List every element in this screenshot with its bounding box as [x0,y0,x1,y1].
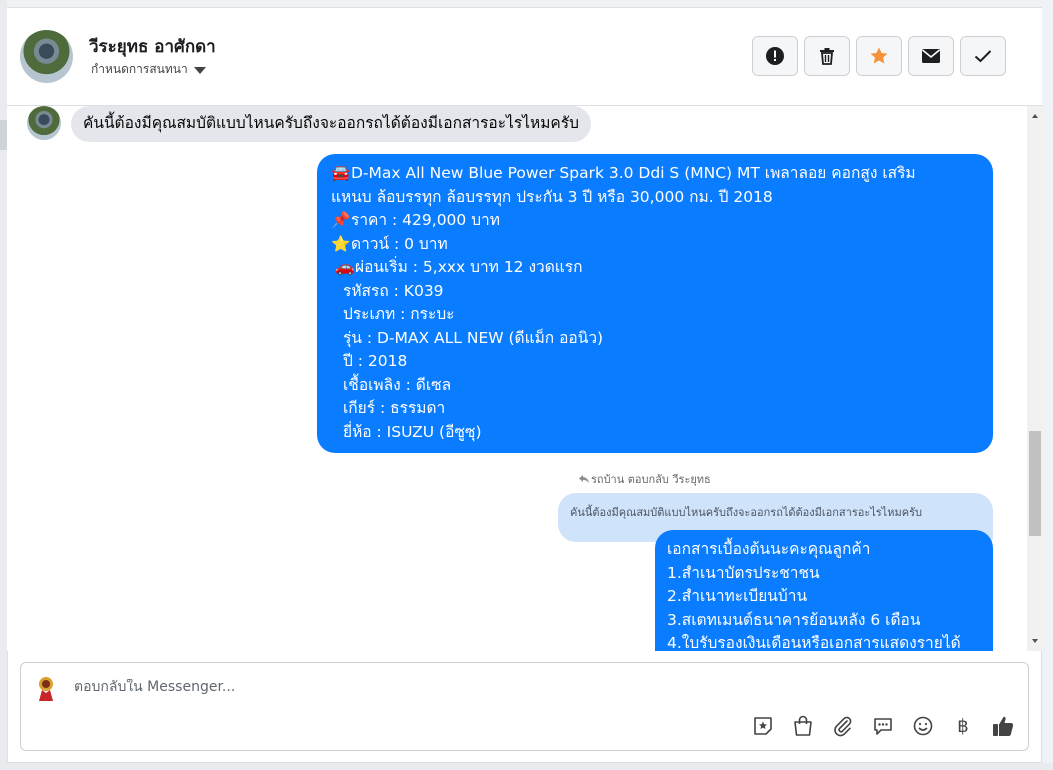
star-icon [870,47,888,64]
scroll-thumb[interactable] [1029,431,1041,536]
page-avatar [31,673,61,703]
saved-reply-icon [874,718,892,735]
avatar[interactable] [27,106,61,140]
listing-model: รุ่น : D-MAX ALL NEW (ดีแม็ก ออนิว) [343,328,604,347]
listing-brand: ยี่ห้อ : ISUZU (อีซูซุ) [343,422,482,441]
incoming-message[interactable]: คันนี้ต้องมีคุณสมบัติแบบไหนครับถึงจะออกร… [71,106,591,142]
reply-meta: รถบ้าน ตอบกลับ วีระยุทธ [579,470,711,488]
car-icon: 🚘 [331,164,351,182]
star-icon: ⭐ [331,234,351,253]
docs-line: 3.สเตทเมนต์ธนาคารย้อนหลัง 6 เดือน [667,610,921,629]
listing-down: ⭐ดาวน์ : 0 บาท [331,233,979,257]
listing-price-text: ราคา : 429,000 บาท [351,211,500,229]
done-button[interactable] [960,36,1006,76]
listing-title-line: 🚘D-Max All New Blue Power Spark 3.0 Ddi … [331,162,979,186]
left-scroll-indicator [0,120,7,150]
avatar[interactable] [20,30,73,83]
listing-gear: เกียร์ : ธรรมดา [343,399,446,417]
emoji-icon [913,716,933,736]
baht-icon: ฿ [957,715,969,737]
docs-line: 2.สำเนาทะเบียนบ้าน [667,587,808,605]
like-button[interactable] [990,713,1016,739]
listing-title-line: แหนบ ล้อบรรทุก ล้อบรรทุก ประกัน 3 ปี หรื… [331,186,979,210]
car-icon: 🚗 [335,258,355,276]
conversation-settings[interactable]: กำหนดการสนทนา [91,60,206,79]
sticker-icon [754,717,772,735]
listing-down-text: ดาวน์ : 0 บาท [351,234,448,253]
thread-scrollbar[interactable] [1027,106,1043,651]
saved-reply-button[interactable] [870,713,896,739]
conversation-header: วีระยุทธ อาศักดา กำหนดการสนทนา [7,8,1042,106]
check-icon [974,50,992,63]
shop-button[interactable] [790,713,816,739]
pushpin-icon: 📌 [331,211,351,229]
payment-button[interactable]: ฿ [950,713,976,739]
trash-icon [820,48,834,65]
mark-unread-button[interactable] [908,36,954,76]
bottom-edge [0,763,1053,770]
delete-button[interactable] [804,36,850,76]
incoming-message-row: คันนี้ต้องมีคุณสมบัติแบบไหนครับถึงจะออกร… [27,106,591,142]
caret-down-icon [193,67,206,74]
listing-type: ประเภท : กระบะ [343,305,455,323]
left-edge [0,0,7,770]
scroll-up-icon[interactable] [1027,111,1043,121]
scroll-down-icon[interactable] [1027,636,1043,646]
message-thread[interactable]: คันนี้ต้องมีคุณสมบัติแบบไหนครับถึงจะออกร… [7,106,1037,651]
docs-line: 1.สำเนาบัตรประชาชน [667,563,820,582]
like-icon [993,716,1014,736]
listing-price: 📌ราคา : 429,000 บาท [331,209,979,233]
attach-icon [834,716,852,737]
listing-code: รหัสรถ : K039 [343,281,444,300]
reply-meta-text: รถบ้าน ตอบกลับ วีระยุทธ [591,473,711,486]
reply-composer: ฿ [20,662,1029,751]
alert-icon [766,47,784,65]
composer-tools: ฿ [750,713,1016,739]
reply-input[interactable] [74,679,674,695]
conversation-settings-label: กำหนดการสนทนา [91,62,188,76]
listing-installment: 🚗ผ่อนเริ่ม : 5,xxx บาท 12 งวดแรก [331,256,979,280]
outgoing-listing-message[interactable]: 🚘D-Max All New Blue Power Spark 3.0 Ddi … [317,154,993,453]
header-actions [752,36,1006,76]
star-button[interactable] [856,36,902,76]
outgoing-documents-message[interactable]: เอกสารเบื้องต้นนะคะคุณลูกค้า 1.สำเนาบัตร… [655,530,993,651]
listing-title-1: D-Max All New Blue Power Spark 3.0 Ddi S… [351,164,916,182]
listing-installment-text: ผ่อนเริ่ม : 5,xxx บาท 12 งวดแรก [355,258,583,276]
attach-button[interactable] [830,713,856,739]
listing-fuel: เชื้อเพลิง : ดีเซล [343,375,452,394]
docs-line: 4.ใบรับรองเงินเดือนหรือเอกสารแสดงรายได้ [667,634,961,651]
sticker-button[interactable] [750,713,776,739]
bag-icon [794,715,812,736]
docs-line: เอกสารเบื้องต้นนะคะคุณลูกค้า [667,540,871,558]
contact-name[interactable]: วีระยุทธ อาศักดา [89,33,216,60]
reply-arrow-icon [579,475,589,483]
page-logo-icon [32,674,60,702]
report-button[interactable] [752,36,798,76]
emoji-button[interactable] [910,713,936,739]
listing-year: ปี : 2018 [343,352,408,370]
mail-icon [921,49,941,63]
listing-title-2: แหนบ ล้อบรรทุก ล้อบรรทุก ประกัน 3 ปี หรื… [331,187,773,206]
